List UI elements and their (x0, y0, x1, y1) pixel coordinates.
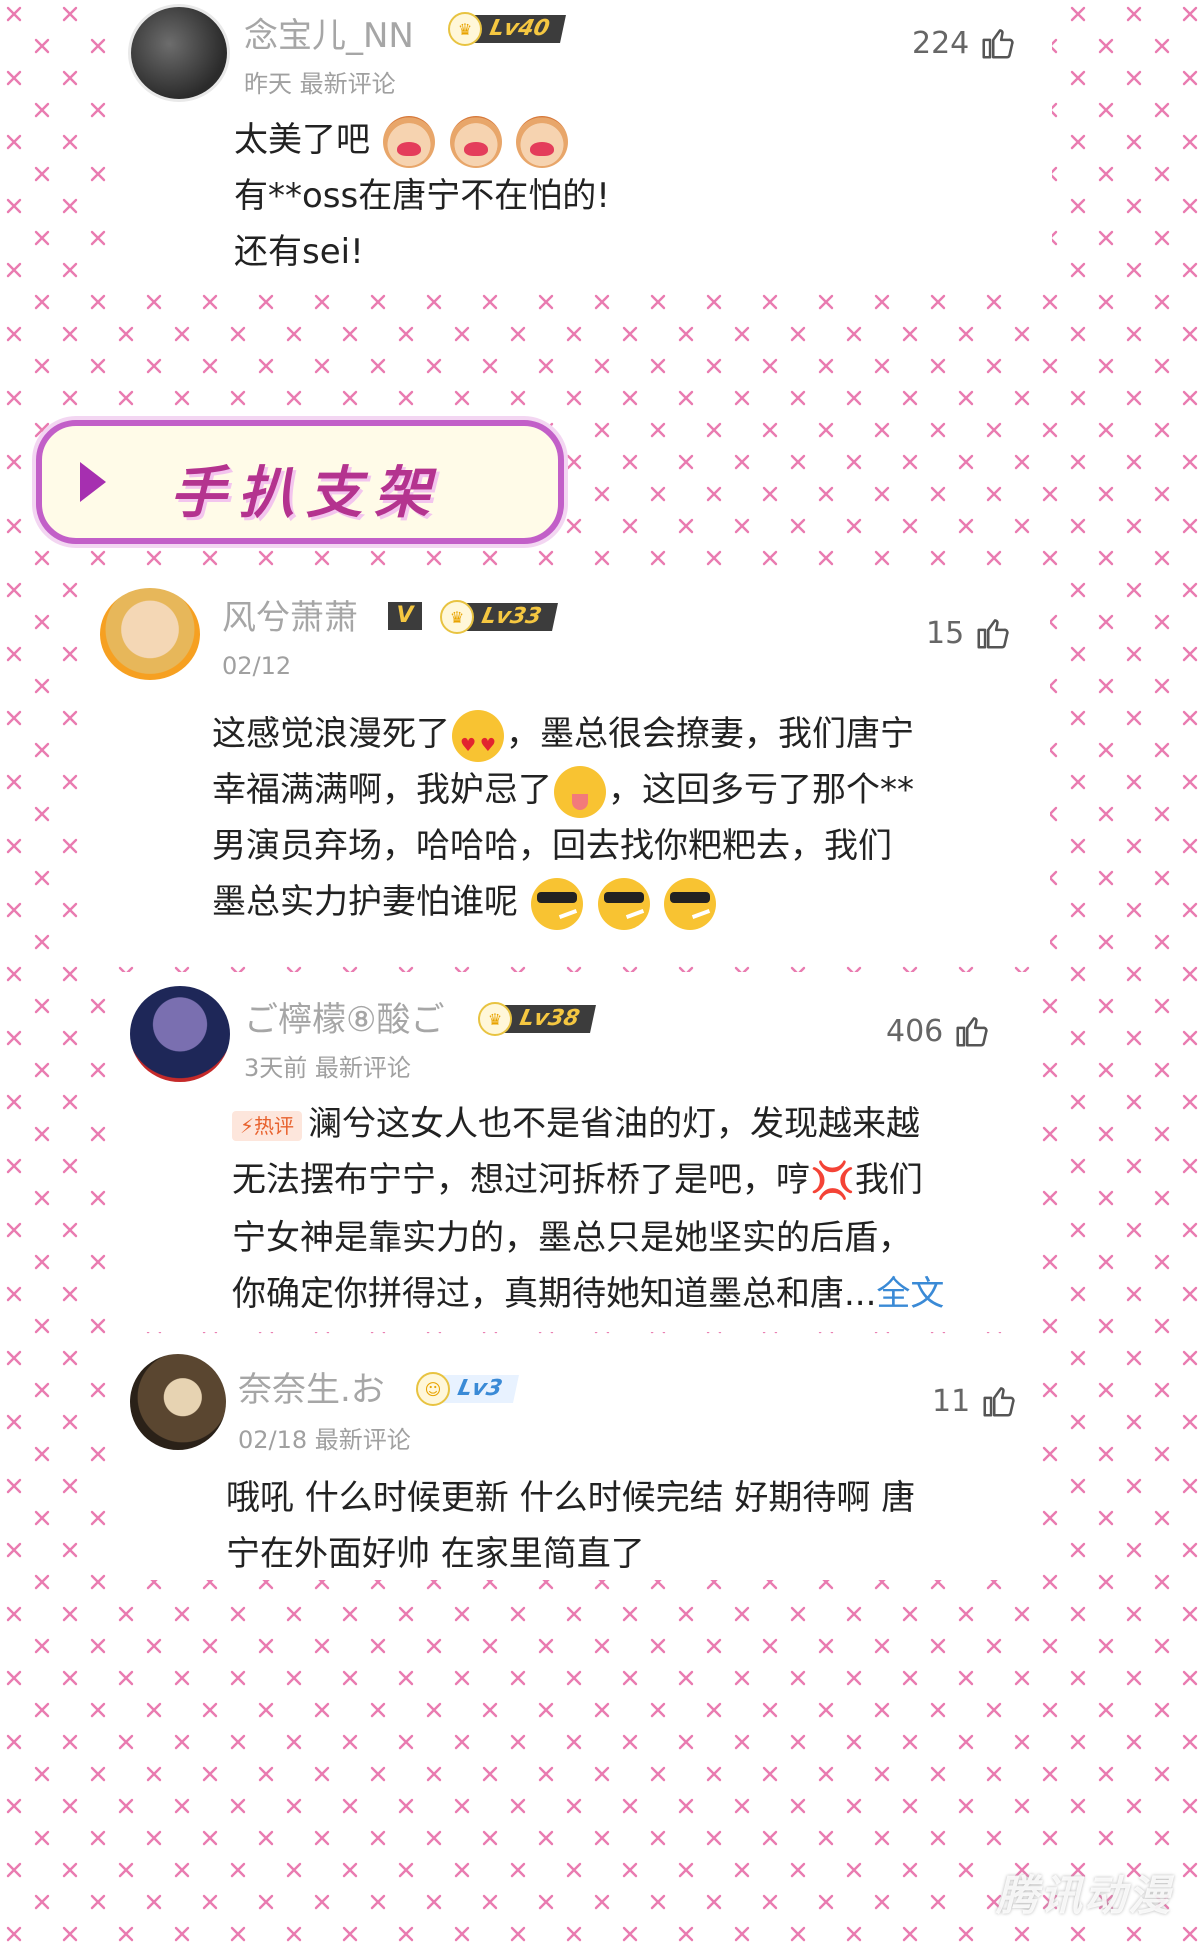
heart-eyes-emoji-icon (452, 709, 504, 774)
section-banner: 手扒支架 (36, 420, 564, 544)
like-button[interactable]: 224 (912, 24, 1017, 62)
level-badge: ♛ Lv38 (478, 1002, 596, 1036)
like-count: 11 (932, 1383, 971, 1419)
sunglasses-emoji-icon (530, 877, 583, 930)
comment-username[interactable]: 念宝儿_NN (244, 8, 414, 57)
comment-username[interactable]: ご檸檬⑧酸ご (244, 992, 444, 1041)
like-button[interactable]: 406 (886, 1012, 991, 1050)
crown-icon: ♛ (440, 600, 474, 634)
comment-meta: 02/18 最新评论 (238, 1426, 411, 1454)
like-count: 15 (926, 615, 965, 651)
level-badge: ♛ Lv40 (448, 12, 566, 46)
watermark-logo: 腾讯动漫 (995, 1871, 1172, 1920)
avatar[interactable] (128, 4, 230, 102)
comment-username[interactable]: 风兮萧萧 (222, 590, 358, 639)
sunglasses-emoji-icon (664, 877, 717, 930)
play-triangle-icon (80, 462, 106, 502)
level-badge: ♛ Lv33 (440, 600, 558, 634)
girl-emoji-icon (449, 115, 502, 168)
tongue-emoji-icon (554, 765, 606, 818)
anger-symbol-icon: 💢 (810, 1160, 855, 1202)
comment-meta: 昨天 最新评论 (244, 70, 396, 98)
avatar[interactable] (130, 986, 230, 1082)
thumbs-up-icon (977, 619, 1009, 649)
thumbs-up-icon (956, 1017, 988, 1047)
comment-username[interactable]: 奈奈生.お (238, 1362, 385, 1411)
full-text-link[interactable]: 全文 (876, 1274, 944, 1314)
comment-meta: 3天前 最新评论 (244, 1054, 411, 1082)
comment-text: 太美了吧 有**oss在唐宁不在怕的! 还有sei! (234, 112, 610, 280)
avatar[interactable] (100, 588, 200, 680)
avatar[interactable] (130, 1354, 226, 1450)
girl-emoji-icon (516, 115, 569, 168)
sunglasses-emoji-icon (597, 877, 650, 930)
verified-badge: V (388, 602, 422, 630)
hot-comment-tag: ⚡热评 (232, 1110, 303, 1141)
like-count: 406 (886, 1013, 944, 1049)
banner-title: 手扒支架 (170, 461, 442, 526)
like-button[interactable]: 11 (932, 1382, 1018, 1420)
thumbs-up-icon (983, 1387, 1015, 1417)
comment-text: 这感觉浪漫死了，墨总很会撩妻，我们唐宁 幸福满满啊，我妒忌了，这回多亏了那个**… (212, 706, 914, 930)
comment-text: 哦吼 什么时候更新 什么时候完结 好期待啊 唐 宁在外面好帅 在家里简直了 (226, 1478, 916, 1574)
comment-meta: 02/12 (222, 652, 292, 680)
crown-icon: ♛ (448, 12, 482, 46)
thumbs-up-icon (982, 29, 1014, 59)
crown-icon: ☺ (416, 1372, 450, 1406)
girl-emoji-icon (382, 115, 435, 168)
level-badge: ☺ Lv3 (416, 1372, 519, 1406)
comment-text: ⚡热评 澜兮这女人也不是省油的灯，发现越来越 无法摆布宁宁，想过河拆桥了是吧，哼💢… (232, 1104, 945, 1314)
like-count: 224 (912, 25, 970, 61)
like-button[interactable]: 15 (926, 614, 1012, 652)
crown-icon: ♛ (478, 1002, 512, 1036)
